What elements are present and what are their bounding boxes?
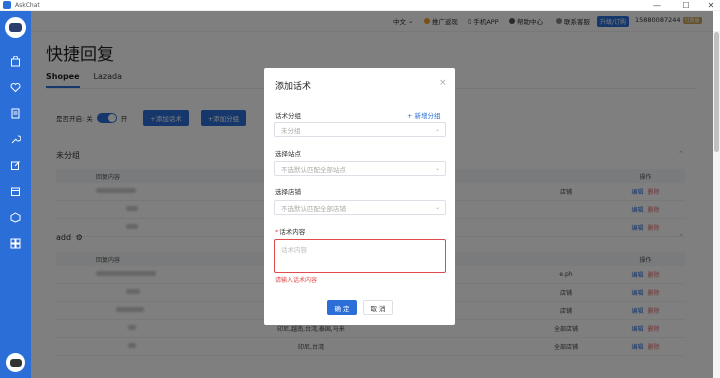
document-icon: [11, 108, 20, 119]
dialog-title: 添加话术: [275, 82, 312, 92]
app-logo-icon: [3, 1, 11, 9]
required-marker: *: [275, 228, 279, 236]
sidebar-item-edit[interactable]: [9, 159, 22, 172]
confirm-button[interactable]: 确 定: [327, 300, 357, 315]
site-field-label: 选择站点: [275, 150, 301, 158]
minimize-button[interactable]: —: [648, 0, 666, 11]
chevron-down-icon: ⌄: [434, 165, 440, 172]
edit-icon: [11, 161, 20, 170]
heart-icon: [10, 83, 21, 93]
sidebar-item-shop[interactable]: [9, 55, 22, 68]
sidebar-item-tools[interactable]: [9, 133, 22, 146]
shop-select[interactable]: 不选默认匹配全部店铺 ⌄: [274, 200, 446, 215]
content-label-text: 话术内容: [279, 228, 306, 236]
maximize-button[interactable]: ☐: [677, 0, 695, 11]
close-dialog-icon[interactable]: ×: [439, 78, 447, 88]
cancel-button[interactable]: 取 消: [363, 300, 393, 315]
content-textarea[interactable]: 话术内容: [274, 239, 446, 273]
sidebar: [0, 11, 31, 378]
sidebar-item-favorites[interactable]: [9, 81, 22, 94]
sidebar-item-store[interactable]: [9, 185, 22, 198]
chevron-down-icon: ⌄: [434, 204, 440, 211]
page-scrollbar[interactable]: [713, 32, 720, 378]
sidebar-item-documents[interactable]: [9, 107, 22, 120]
sidebar-item-apps[interactable]: [9, 237, 22, 250]
content-error-text: 请输入话术内容: [275, 277, 318, 284]
window-title: AskChat: [15, 1, 40, 9]
shop-bag-icon: [11, 56, 20, 67]
site-select-value: 不选默认匹配全部站点: [281, 165, 346, 174]
brand-logo[interactable]: [5, 17, 26, 38]
group-select[interactable]: 未分组 ⌄: [274, 122, 446, 137]
grid-icon: [10, 238, 21, 249]
sidebar-item-box[interactable]: [9, 211, 22, 224]
chevron-down-icon: ⌄: [434, 126, 440, 133]
user-avatar[interactable]: [6, 353, 25, 372]
site-select[interactable]: 不选默认匹配全部站点 ⌄: [274, 161, 446, 176]
shop-field-label: 选择店铺: [275, 188, 301, 196]
close-window-button[interactable]: ✕: [702, 0, 720, 11]
window-titlebar: AskChat — ☐ ✕: [0, 0, 720, 11]
new-group-link[interactable]: + 新增分组: [407, 110, 441, 120]
group-select-value: 未分组: [281, 126, 301, 135]
wrench-icon: [11, 135, 21, 144]
content-field-label: *话术内容: [275, 226, 305, 236]
scrollbar-thumb[interactable]: [714, 32, 719, 152]
box-icon: [10, 212, 21, 223]
shop-select-value: 不选默认匹配全部店铺: [281, 204, 346, 213]
store-icon: [11, 187, 20, 196]
add-script-dialog: 添加话术 × 话术分组 + 新增分组 未分组 ⌄ 选择站点 不选默认匹配全部站点…: [264, 68, 455, 325]
group-field-label: 话术分组: [275, 112, 301, 120]
